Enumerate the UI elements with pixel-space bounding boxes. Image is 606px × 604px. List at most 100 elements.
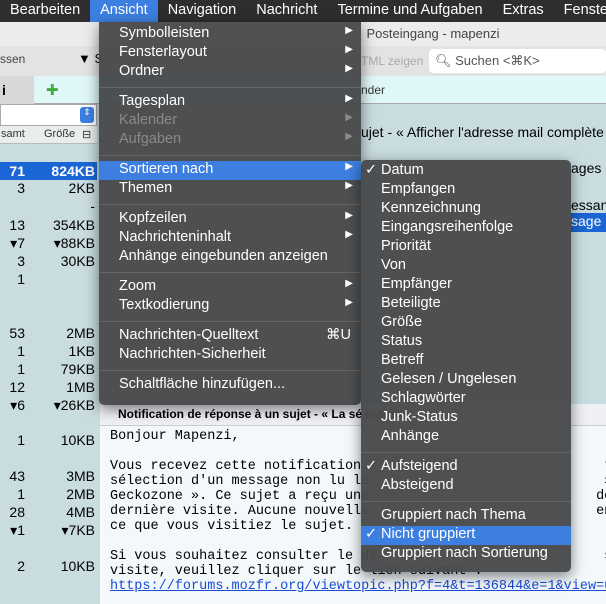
sort-field-item[interactable]: Beteiligte bbox=[361, 295, 571, 314]
folder-row[interactable]: 2 10KB bbox=[0, 557, 97, 575]
menu-separator bbox=[99, 87, 361, 88]
sort-field-item[interactable]: Status bbox=[361, 333, 571, 352]
sort-field-item[interactable]: ✓ Datum bbox=[361, 162, 571, 181]
tab-first[interactable]: i bbox=[0, 76, 34, 104]
folder-selector[interactable]: ⇕ bbox=[0, 104, 97, 126]
folder-count: 1 bbox=[17, 361, 25, 377]
menu-item-kopfzeilen[interactable]: Kopfzeilen ▶ bbox=[99, 210, 361, 229]
folder-row[interactable]: ▾6 ▾26KB bbox=[0, 396, 97, 414]
menu-separator bbox=[361, 452, 571, 453]
folder-row[interactable]: 3 30KB bbox=[0, 252, 97, 270]
menu-separator bbox=[361, 501, 571, 502]
column-picker-icon[interactable]: ⊟ bbox=[82, 128, 91, 141]
menu-fenster[interactable]: Fenster bbox=[554, 0, 606, 22]
sort-field-item[interactable]: Eingangsreihenfolge bbox=[361, 219, 571, 238]
menu-item-schaltflaeche-hinzufuegen[interactable]: Schaltfläche hinzufügen... bbox=[99, 376, 361, 395]
folder-count: 1 bbox=[17, 343, 25, 359]
menu-item-sortieren-nach[interactable]: Sortieren nach ▶ bbox=[99, 161, 361, 180]
folder-row[interactable]: ▾1 ▾7KB bbox=[0, 521, 97, 539]
sort-field-item[interactable]: Kennzeichnung bbox=[361, 200, 571, 219]
folder-row[interactable]: 1 10KB bbox=[0, 431, 97, 449]
menu-item-ordner[interactable]: Ordner ▶ bbox=[99, 63, 361, 82]
folder-row[interactable]: 71 824KB bbox=[0, 162, 97, 180]
menu-extras[interactable]: Extras bbox=[493, 0, 554, 22]
sort-field-item[interactable]: Größe bbox=[361, 314, 571, 333]
folder-column-header: samt Größe ⊟ bbox=[0, 126, 97, 144]
menu-navigation[interactable]: Navigation bbox=[158, 0, 247, 22]
grouping-item[interactable]: ✓ Nicht gruppiert bbox=[361, 526, 571, 545]
folder-row[interactable]: 1 bbox=[0, 270, 97, 288]
menu-item-sicherheit[interactable]: Nachrichten-Sicherheit bbox=[99, 346, 361, 365]
grouping-item[interactable]: Gruppiert nach Thema bbox=[361, 507, 571, 526]
sort-field-item[interactable]: Empfänger bbox=[361, 276, 571, 295]
addon-puzzle-icon[interactable]: ✚ bbox=[46, 81, 59, 99]
message-row[interactable]: ujet - « Afficher l'adresse mail complèt… bbox=[361, 124, 606, 140]
sort-field-item[interactable]: Gelesen / Ungelesen bbox=[361, 371, 571, 390]
folder-row[interactable]: 12 1MB bbox=[0, 378, 97, 396]
folder-count: ▾1 bbox=[10, 522, 25, 538]
sort-field-item[interactable]: Junk-Status bbox=[361, 409, 571, 428]
menu-item-symbolleisten[interactable]: Symbolleisten ▶ bbox=[99, 25, 361, 44]
submenu-arrow-icon: ▶ bbox=[345, 297, 353, 308]
folder-row[interactable]: 53 2MB bbox=[0, 324, 97, 342]
folder-count: 71 bbox=[9, 163, 25, 179]
menu-item-nachrichteninhalt[interactable]: Nachrichteninhalt ▶ bbox=[99, 229, 361, 248]
menu-item-quelltext[interactable]: Nachrichten-Quelltext ⌘U bbox=[99, 327, 361, 346]
menu-ansicht[interactable]: Ansicht bbox=[90, 0, 158, 22]
folder-row[interactable]: 43 3MB bbox=[0, 467, 97, 485]
folder-row[interactable]: 1 79KB bbox=[0, 360, 97, 378]
menu-item-tagesplan[interactable]: Tagesplan ▶ bbox=[99, 93, 361, 112]
menu-termine[interactable]: Termine und Aufgaben bbox=[327, 0, 492, 22]
menu-separator bbox=[99, 272, 361, 273]
folder-row[interactable]: 1 2MB bbox=[0, 485, 97, 503]
menu-item-themen[interactable]: Themen ▶ bbox=[99, 180, 361, 199]
folder-row[interactable]: 1 1KB bbox=[0, 342, 97, 360]
folder-row[interactable]: - bbox=[0, 197, 97, 215]
folder-count: 13 bbox=[9, 217, 25, 233]
tab-second[interactable]: nder bbox=[361, 83, 385, 97]
menu-item-fensterlayout[interactable]: Fensterlayout ▶ bbox=[99, 44, 361, 63]
sort-field-item[interactable]: Von bbox=[361, 257, 571, 276]
sort-order-item[interactable]: ✓ Aufsteigend bbox=[361, 458, 571, 477]
search-icon: 🔍︎ bbox=[435, 53, 456, 68]
menu-separator bbox=[99, 370, 361, 371]
folder-row[interactable]: 13 354KB bbox=[0, 216, 97, 234]
menu-nachricht[interactable]: Nachricht bbox=[246, 0, 327, 22]
folder-row[interactable]: ▾7 ▾88KB bbox=[0, 234, 97, 252]
folder-count: 43 bbox=[9, 468, 25, 484]
menu-item-textkodierung[interactable]: Textkodierung ▶ bbox=[99, 297, 361, 316]
col-total[interactable]: samt bbox=[1, 128, 25, 140]
folder-size: ▾88KB bbox=[53, 235, 95, 251]
sort-field-item[interactable]: Anhänge bbox=[361, 428, 571, 447]
sort-field-item[interactable]: Empfangen bbox=[361, 181, 571, 200]
menu-item-aufgaben: Aufgaben ▶ bbox=[119, 131, 353, 147]
sort-field-item[interactable]: Schlagwörter bbox=[361, 390, 571, 409]
grouping-item[interactable]: Gruppiert nach Sortierung bbox=[361, 545, 571, 564]
message-row-selected[interactable]: sage n bbox=[571, 213, 606, 232]
forum-link[interactable]: https://forums.mozfr.org/viewtopic.php?f… bbox=[110, 579, 606, 595]
menu-bearbeiten[interactable]: Bearbeiten bbox=[0, 0, 90, 22]
submenu-arrow-icon: ▶ bbox=[345, 25, 353, 36]
folder-size: 824KB bbox=[51, 163, 95, 179]
search-input[interactable]: 🔍︎ Suchen <⌘K> bbox=[429, 49, 606, 73]
submenu-arrow-icon: ▶ bbox=[345, 229, 353, 240]
sort-order-item[interactable]: Absteigend bbox=[361, 477, 571, 496]
message-row[interactable]: ages p bbox=[571, 160, 606, 176]
sort-field-item[interactable]: Betreff bbox=[361, 352, 571, 371]
menu-item-anhaenge-eingebunden[interactable]: Anhänge eingebunden anzeigen bbox=[99, 248, 361, 267]
sort-field-item[interactable]: Priorität bbox=[361, 238, 571, 257]
html-toggle[interactable]: TML zeigen bbox=[361, 54, 423, 68]
folder-row[interactable]: 3 2KB bbox=[0, 179, 97, 197]
menu-item-zoom[interactable]: Zoom ▶ bbox=[99, 278, 361, 297]
search-placeholder: Suchen <⌘K> bbox=[455, 53, 540, 68]
message-row[interactable]: essant bbox=[571, 197, 606, 213]
ansicht-menu: Symbolleisten ▶ Fensterlayout ▶ Ordner ▶ Ta… bbox=[99, 22, 361, 405]
checkmark-icon: ✓ bbox=[365, 458, 378, 474]
filter-icon: ▼ bbox=[78, 51, 95, 66]
submenu-arrow-icon: ▶ bbox=[345, 180, 353, 191]
folder-row[interactable]: 28 4MB bbox=[0, 503, 97, 521]
folder-size: 2MB bbox=[66, 486, 95, 502]
toolbar-left-label[interactable]: ssen bbox=[0, 52, 25, 66]
folder-count: 1 bbox=[17, 486, 25, 502]
col-size[interactable]: Größe bbox=[44, 128, 75, 140]
